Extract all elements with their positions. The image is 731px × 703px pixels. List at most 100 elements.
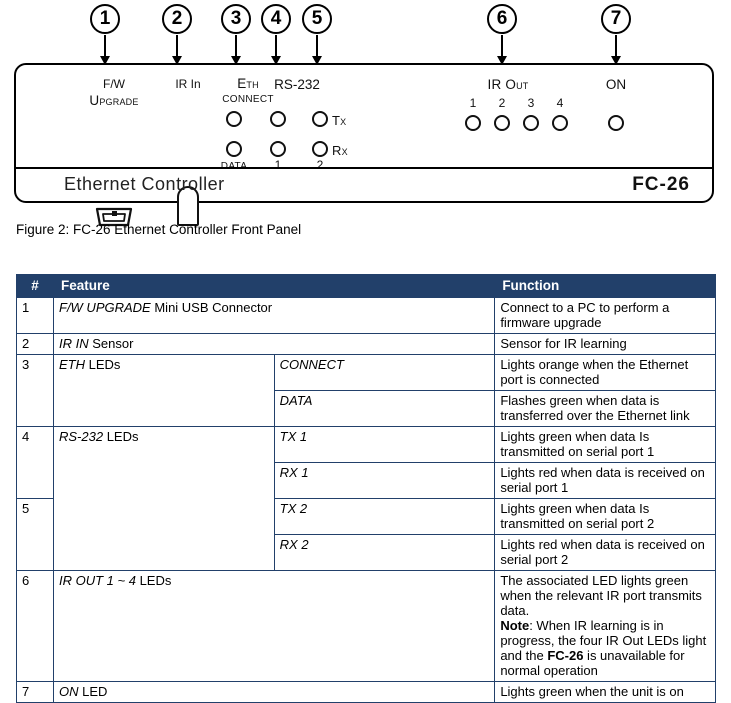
panel-label-rs232: RS-232 bbox=[274, 77, 320, 92]
callout-3-number: 3 bbox=[221, 4, 251, 34]
panel-model-number: FC-26 bbox=[632, 174, 690, 195]
feature-italic-part: RS-232 bbox=[59, 429, 104, 444]
device-front-panel-diagram: F/W Upgrade IR In Eth CONNECT DATA RS-23… bbox=[14, 63, 714, 227]
row-number: 7 bbox=[16, 681, 54, 703]
callout-1: 1 bbox=[88, 4, 122, 65]
row-function: Flashes green when data is transferred o… bbox=[494, 390, 716, 427]
row-number: 2 bbox=[16, 333, 54, 355]
feature-plain-part: LEDs bbox=[85, 357, 121, 372]
row-number: 1 bbox=[16, 297, 54, 334]
feature-plain-part: Sensor bbox=[88, 336, 134, 351]
callout-5-arrow bbox=[312, 35, 322, 65]
feature-italic-part: F/W UPGRADE bbox=[59, 300, 151, 315]
callout-5: 5 bbox=[300, 4, 334, 65]
row-function: Lights red when data is received on seri… bbox=[494, 534, 716, 571]
row-subfeature: TX 2 bbox=[273, 498, 496, 535]
panel-label-ir-in: IR In bbox=[175, 77, 201, 91]
panel-model-name: Ethernet Controller bbox=[64, 174, 225, 194]
table-row: 2 IR IN Sensor Sensor for IR learning bbox=[16, 333, 716, 355]
row-subfeature: CONNECT bbox=[273, 354, 496, 391]
row-function: Connect to a PC to perform a firmware up… bbox=[494, 297, 716, 334]
led-ir-out-2 bbox=[494, 115, 510, 131]
led-rs232-rx2 bbox=[312, 141, 328, 157]
led-rs232-tx2 bbox=[312, 111, 328, 127]
panel-label-upgrade: Upgrade bbox=[89, 93, 139, 108]
feature-plain-part: LED bbox=[78, 684, 108, 699]
led-rs232-tx1 bbox=[270, 111, 286, 127]
row-feature: F/W UPGRADE Mini USB Connector bbox=[52, 297, 496, 334]
table-row: 1 F/W UPGRADE Mini USB Connector Connect… bbox=[16, 297, 716, 334]
panel-label-rx: Rx bbox=[332, 143, 348, 158]
callout-6: 6 bbox=[485, 4, 519, 65]
table-row: 7 ON LED Lights green when the unit is o… bbox=[16, 681, 716, 703]
row-number: 5 bbox=[16, 498, 54, 571]
function-note-model: FC-26 bbox=[547, 648, 584, 663]
row-feature: ON LED bbox=[52, 681, 496, 703]
callout-6-number: 6 bbox=[487, 4, 517, 34]
led-eth-data bbox=[226, 141, 242, 157]
callout-7-arrow bbox=[611, 35, 621, 65]
row-function: Lights red when data is received on seri… bbox=[494, 462, 716, 499]
table-header-row: # Feature Function bbox=[16, 274, 716, 298]
feature-plain-part: LEDs bbox=[103, 429, 139, 444]
row-number: 4 bbox=[16, 426, 54, 499]
panel-footer-bar: Ethernet Controller FC-26 bbox=[16, 167, 712, 201]
callout-7: 7 bbox=[599, 4, 633, 65]
row-function: Lights orange when the Ethernet port is … bbox=[494, 354, 716, 391]
row-feature: ETH LEDs bbox=[53, 354, 275, 427]
callout-7-number: 7 bbox=[601, 4, 631, 34]
panel-label-ir-out-1: 1 bbox=[469, 96, 477, 110]
function-note-label: Note bbox=[500, 618, 530, 633]
led-ir-out-1 bbox=[465, 115, 481, 131]
panel-label-connect: CONNECT bbox=[222, 94, 274, 105]
table-row: 6 IR OUT 1 ~ 4 LEDs The associated LED l… bbox=[16, 570, 716, 682]
column-header-number: # bbox=[16, 274, 54, 298]
callout-2: 2 bbox=[160, 4, 194, 65]
row-function: The associated LED lights green when the… bbox=[494, 570, 716, 682]
row-feature: IR OUT 1 ~ 4 LEDs bbox=[52, 570, 496, 682]
panel-label-on: ON bbox=[605, 77, 627, 92]
column-header-feature: Feature bbox=[52, 274, 496, 298]
row-function: Lights green when data Is transmitted on… bbox=[494, 498, 716, 535]
panel-label-ir-out: IR Out bbox=[487, 77, 529, 92]
callout-strip: 1 2 3 4 5 6 7 bbox=[0, 0, 731, 66]
led-rs232-rx1 bbox=[270, 141, 286, 157]
table-row: 4 RS-232 LEDs TX 1 Lights green when dat… bbox=[16, 426, 716, 571]
table-header: # Feature Function bbox=[16, 274, 716, 298]
feature-italic-part: IR OUT 1 ~ 4 bbox=[59, 573, 136, 588]
callout-4: 4 bbox=[259, 4, 293, 65]
feature-plain-part: Mini USB Connector bbox=[150, 300, 273, 315]
row-feature: IR IN Sensor bbox=[52, 333, 496, 355]
callout-1-number: 1 bbox=[90, 4, 120, 34]
callout-6-arrow bbox=[497, 35, 507, 65]
row-function: Sensor for IR learning bbox=[494, 333, 716, 355]
row-subfeature: TX 1 bbox=[273, 426, 496, 463]
panel-label-fw: F/W bbox=[103, 77, 125, 91]
callout-5-number: 5 bbox=[302, 4, 332, 34]
row-function: Lights green when the unit is on bbox=[494, 681, 716, 703]
row-subfeature: DATA bbox=[273, 390, 496, 427]
row-number: 3 bbox=[16, 354, 54, 427]
row-subfeature: RX 2 bbox=[273, 534, 496, 571]
function-line-1: The associated LED lights green when the… bbox=[500, 573, 702, 618]
row-function: Lights green when data Is transmitted on… bbox=[494, 426, 716, 463]
panel-label-ir-out-3: 3 bbox=[527, 96, 535, 110]
callout-1-arrow bbox=[100, 35, 110, 65]
callout-2-arrow bbox=[172, 35, 182, 65]
panel-label-ir-out-2: 2 bbox=[498, 96, 506, 110]
feature-italic-part: IR IN bbox=[59, 336, 89, 351]
led-ir-out-3 bbox=[523, 115, 539, 131]
column-header-function: Function bbox=[494, 274, 716, 298]
callout-3-arrow bbox=[231, 35, 241, 65]
led-eth-connect bbox=[226, 111, 242, 127]
figure-caption: Figure 2: FC-26 Ethernet Controller Fron… bbox=[16, 222, 302, 237]
table-row: 3 ETH LEDs CONNECT Lights orange when th… bbox=[16, 354, 716, 427]
row-feature: RS-232 LEDs bbox=[53, 426, 275, 571]
panel-label-tx: Tx bbox=[332, 113, 347, 128]
feature-function-table: # Feature Function 1 F/W UPGRADE Mini US… bbox=[16, 274, 716, 703]
callout-4-number: 4 bbox=[261, 4, 291, 34]
led-ir-out-4 bbox=[552, 115, 568, 131]
feature-italic-part: ETH bbox=[59, 357, 85, 372]
callout-3: 3 bbox=[219, 4, 253, 65]
panel-label-ir-out-4: 4 bbox=[556, 96, 564, 110]
